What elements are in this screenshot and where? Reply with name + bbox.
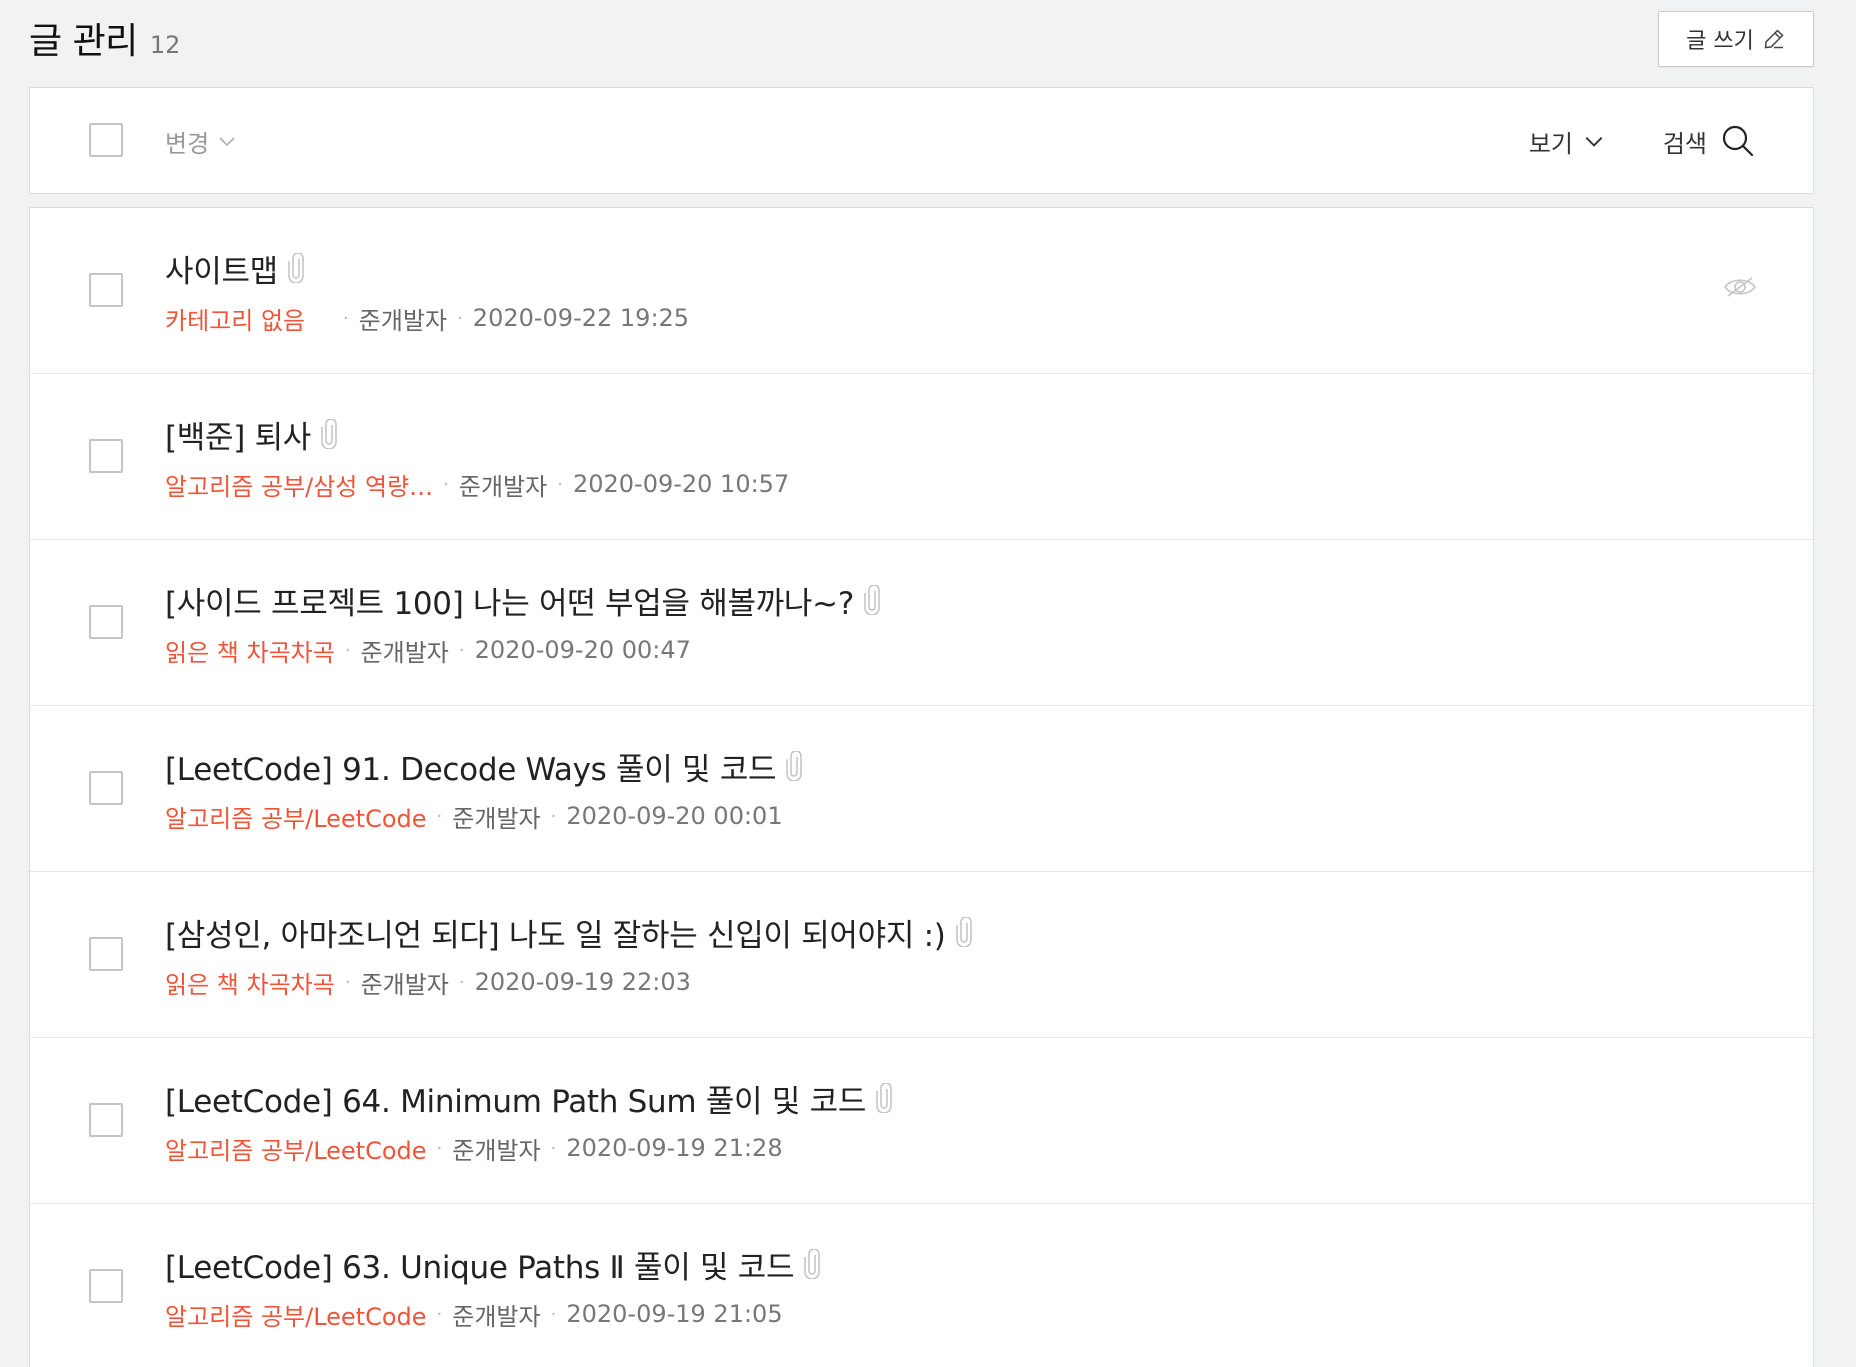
post-title-line: [백준] 퇴사 (165, 412, 337, 457)
post-row: [백준] 퇴사알고리즘 공부/삼성 역량… · 준개발자 · 2020-09-20 10… (30, 374, 1813, 540)
post-author: 준개발자 (358, 306, 448, 335)
separator-dot: · (458, 971, 465, 993)
post-meta: 읽은 책 차곡차곡 · 준개발자 · 2020-09-19 22:03 (165, 965, 691, 999)
post-checkbox[interactable] (89, 273, 123, 307)
post-title[interactable]: [사이드 프로젝트 100] 나는 어떤 부업을 해볼까나~? (165, 578, 854, 623)
post-title[interactable]: [LeetCode] 91. Decode Ways 풀이 및 코드 (165, 744, 777, 789)
post-category[interactable]: 카테고리 없음 (165, 301, 333, 336)
list-toolbar: 변경 보기 검색 (29, 87, 1814, 194)
post-title-line: [LeetCode] 64. Minimum Path Sum 풀이 및 코드 (165, 1076, 892, 1121)
paperclip-icon (321, 419, 337, 449)
post-date: 2020-09-20 00:47 (474, 636, 691, 664)
post-checkbox[interactable] (89, 605, 123, 639)
post-category[interactable]: 읽은 책 차곡차곡 (165, 633, 335, 668)
post-row: [LeetCode] 64. Minimum Path Sum 풀이 및 코드알… (30, 1038, 1813, 1204)
post-title[interactable]: 사이트맵 (165, 246, 278, 291)
post-checkbox[interactable] (89, 1103, 123, 1137)
separator-dot: · (457, 307, 463, 329)
post-title-line: [삼성인, 아마조니언 되다] 나도 일 잘하는 신입이 되어야지 :) (165, 910, 972, 955)
search-icon (1721, 124, 1755, 158)
post-row: 사이트맵카테고리 없음 · 준개발자 · 2020-09-22 19:25 (30, 208, 1813, 374)
post-category[interactable]: 알고리즘 공부/LeetCode (165, 1297, 427, 1332)
separator-dot: · (550, 1303, 557, 1325)
separator-dot: · (344, 971, 351, 993)
post-meta: 알고리즘 공부/LeetCode · 준개발자 · 2020-09-19 21:28 (165, 1131, 783, 1165)
search-label: 검색 (1662, 129, 1707, 158)
post-checkbox[interactable] (89, 771, 123, 805)
change-dropdown-label: 변경 (165, 129, 210, 158)
separator-dot: · (436, 1303, 443, 1325)
write-post-button[interactable]: 글 쓰기 (1658, 11, 1814, 67)
chevron-down-icon (1583, 130, 1605, 152)
post-title[interactable]: [LeetCode] 63. Unique Paths Ⅱ 풀이 및 코드 (165, 1242, 795, 1287)
post-meta: 알고리즘 공부/삼성 역량… · 준개발자 · 2020-09-20 10:57 (165, 467, 789, 501)
eye-slash-icon[interactable] (1723, 275, 1757, 299)
post-checkbox[interactable] (89, 1269, 123, 1303)
post-row: [삼성인, 아마조니언 되다] 나도 일 잘하는 신입이 되어야지 :) 읽은 책… (30, 872, 1813, 1038)
separator-dot: · (436, 1137, 443, 1159)
paperclip-icon (288, 253, 304, 283)
post-checkbox[interactable] (89, 937, 123, 971)
post-category[interactable]: 알고리즘 공부/삼성 역량… (165, 467, 433, 502)
view-dropdown-label: 보기 (1528, 129, 1573, 158)
select-all-checkbox[interactable] (89, 123, 123, 157)
post-row: [LeetCode] 63. Unique Paths Ⅱ 풀이 및 코드알고리… (30, 1204, 1813, 1367)
post-category[interactable]: 읽은 책 차곡차곡 (165, 965, 335, 1000)
separator-dot: · (557, 473, 563, 495)
post-meta: 알고리즘 공부/LeetCode · 준개발자 · 2020-09-20 00:01 (165, 799, 783, 833)
post-date: 2020-09-22 19:25 (472, 304, 690, 332)
post-title[interactable]: [백준] 퇴사 (165, 412, 311, 457)
post-row: [사이드 프로젝트 100] 나는 어떤 부업을 해볼까나~? 읽은 책 차곡차곡… (30, 540, 1813, 706)
page-header: 글 관리 12 (29, 12, 180, 72)
separator-dot: · (343, 307, 349, 329)
post-list: 사이트맵카테고리 없음 · 준개발자 · 2020-09-22 19:25 [백준] 퇴사… (29, 207, 1814, 1367)
pencil-icon (1762, 27, 1786, 51)
search-button[interactable]: 검색 (1663, 118, 1755, 164)
post-author: 준개발자 (458, 472, 548, 501)
post-category[interactable]: 알고리즘 공부/LeetCode (165, 799, 427, 834)
post-date: 2020-09-20 00:01 (566, 802, 783, 830)
post-title-line: [LeetCode] 63. Unique Paths Ⅱ 풀이 및 코드 (165, 1242, 820, 1287)
separator-dot: · (344, 639, 351, 661)
post-date: 2020-09-19 22:03 (474, 968, 691, 996)
separator-dot: · (550, 1137, 557, 1159)
separator-dot: · (550, 805, 557, 827)
separator-dot: · (458, 639, 465, 661)
post-meta: 카테고리 없음 · 준개발자 · 2020-09-22 19:25 (165, 301, 689, 335)
post-date: 2020-09-19 21:28 (566, 1134, 783, 1162)
view-dropdown[interactable]: 보기 (1529, 122, 1605, 160)
paperclip-icon (864, 585, 880, 615)
post-count: 12 (149, 31, 181, 59)
paperclip-icon (876, 1083, 892, 1113)
chevron-down-icon (217, 131, 237, 151)
post-author: 준개발자 (360, 638, 449, 667)
post-title-line: [사이드 프로젝트 100] 나는 어떤 부업을 해볼까나~? (165, 578, 880, 623)
paperclip-icon (804, 1249, 820, 1279)
post-author: 준개발자 (360, 970, 449, 999)
change-dropdown[interactable]: 변경 (165, 124, 237, 158)
post-meta: 알고리즘 공부/LeetCode · 준개발자 · 2020-09-19 21:05 (165, 1297, 783, 1331)
post-title[interactable]: [LeetCode] 64. Minimum Path Sum 풀이 및 코드 (165, 1076, 866, 1121)
separator-dot: · (443, 473, 449, 495)
post-author: 준개발자 (452, 1302, 541, 1331)
paperclip-icon (955, 917, 972, 947)
post-title-line: 사이트맵 (165, 246, 304, 291)
post-meta: 읽은 책 차곡차곡 · 준개발자 · 2020-09-20 00:47 (165, 633, 691, 667)
post-category[interactable]: 알고리즘 공부/LeetCode (165, 1131, 427, 1166)
post-row: [LeetCode] 91. Decode Ways 풀이 및 코드알고리즘 공… (30, 706, 1813, 872)
post-checkbox[interactable] (89, 439, 123, 473)
post-date: 2020-09-20 10:57 (572, 470, 790, 498)
write-post-label: 글 쓰기 (1686, 29, 1754, 54)
page-title: 글 관리 (29, 21, 138, 62)
post-author: 준개발자 (452, 804, 541, 833)
post-author: 준개발자 (452, 1136, 541, 1165)
post-date: 2020-09-19 21:05 (566, 1300, 783, 1328)
post-title-line: [LeetCode] 91. Decode Ways 풀이 및 코드 (165, 744, 803, 789)
post-title[interactable]: [삼성인, 아마조니언 되다] 나도 일 잘하는 신입이 되어야지 :) (165, 910, 946, 955)
separator-dot: · (436, 805, 443, 827)
paperclip-icon (786, 751, 803, 781)
